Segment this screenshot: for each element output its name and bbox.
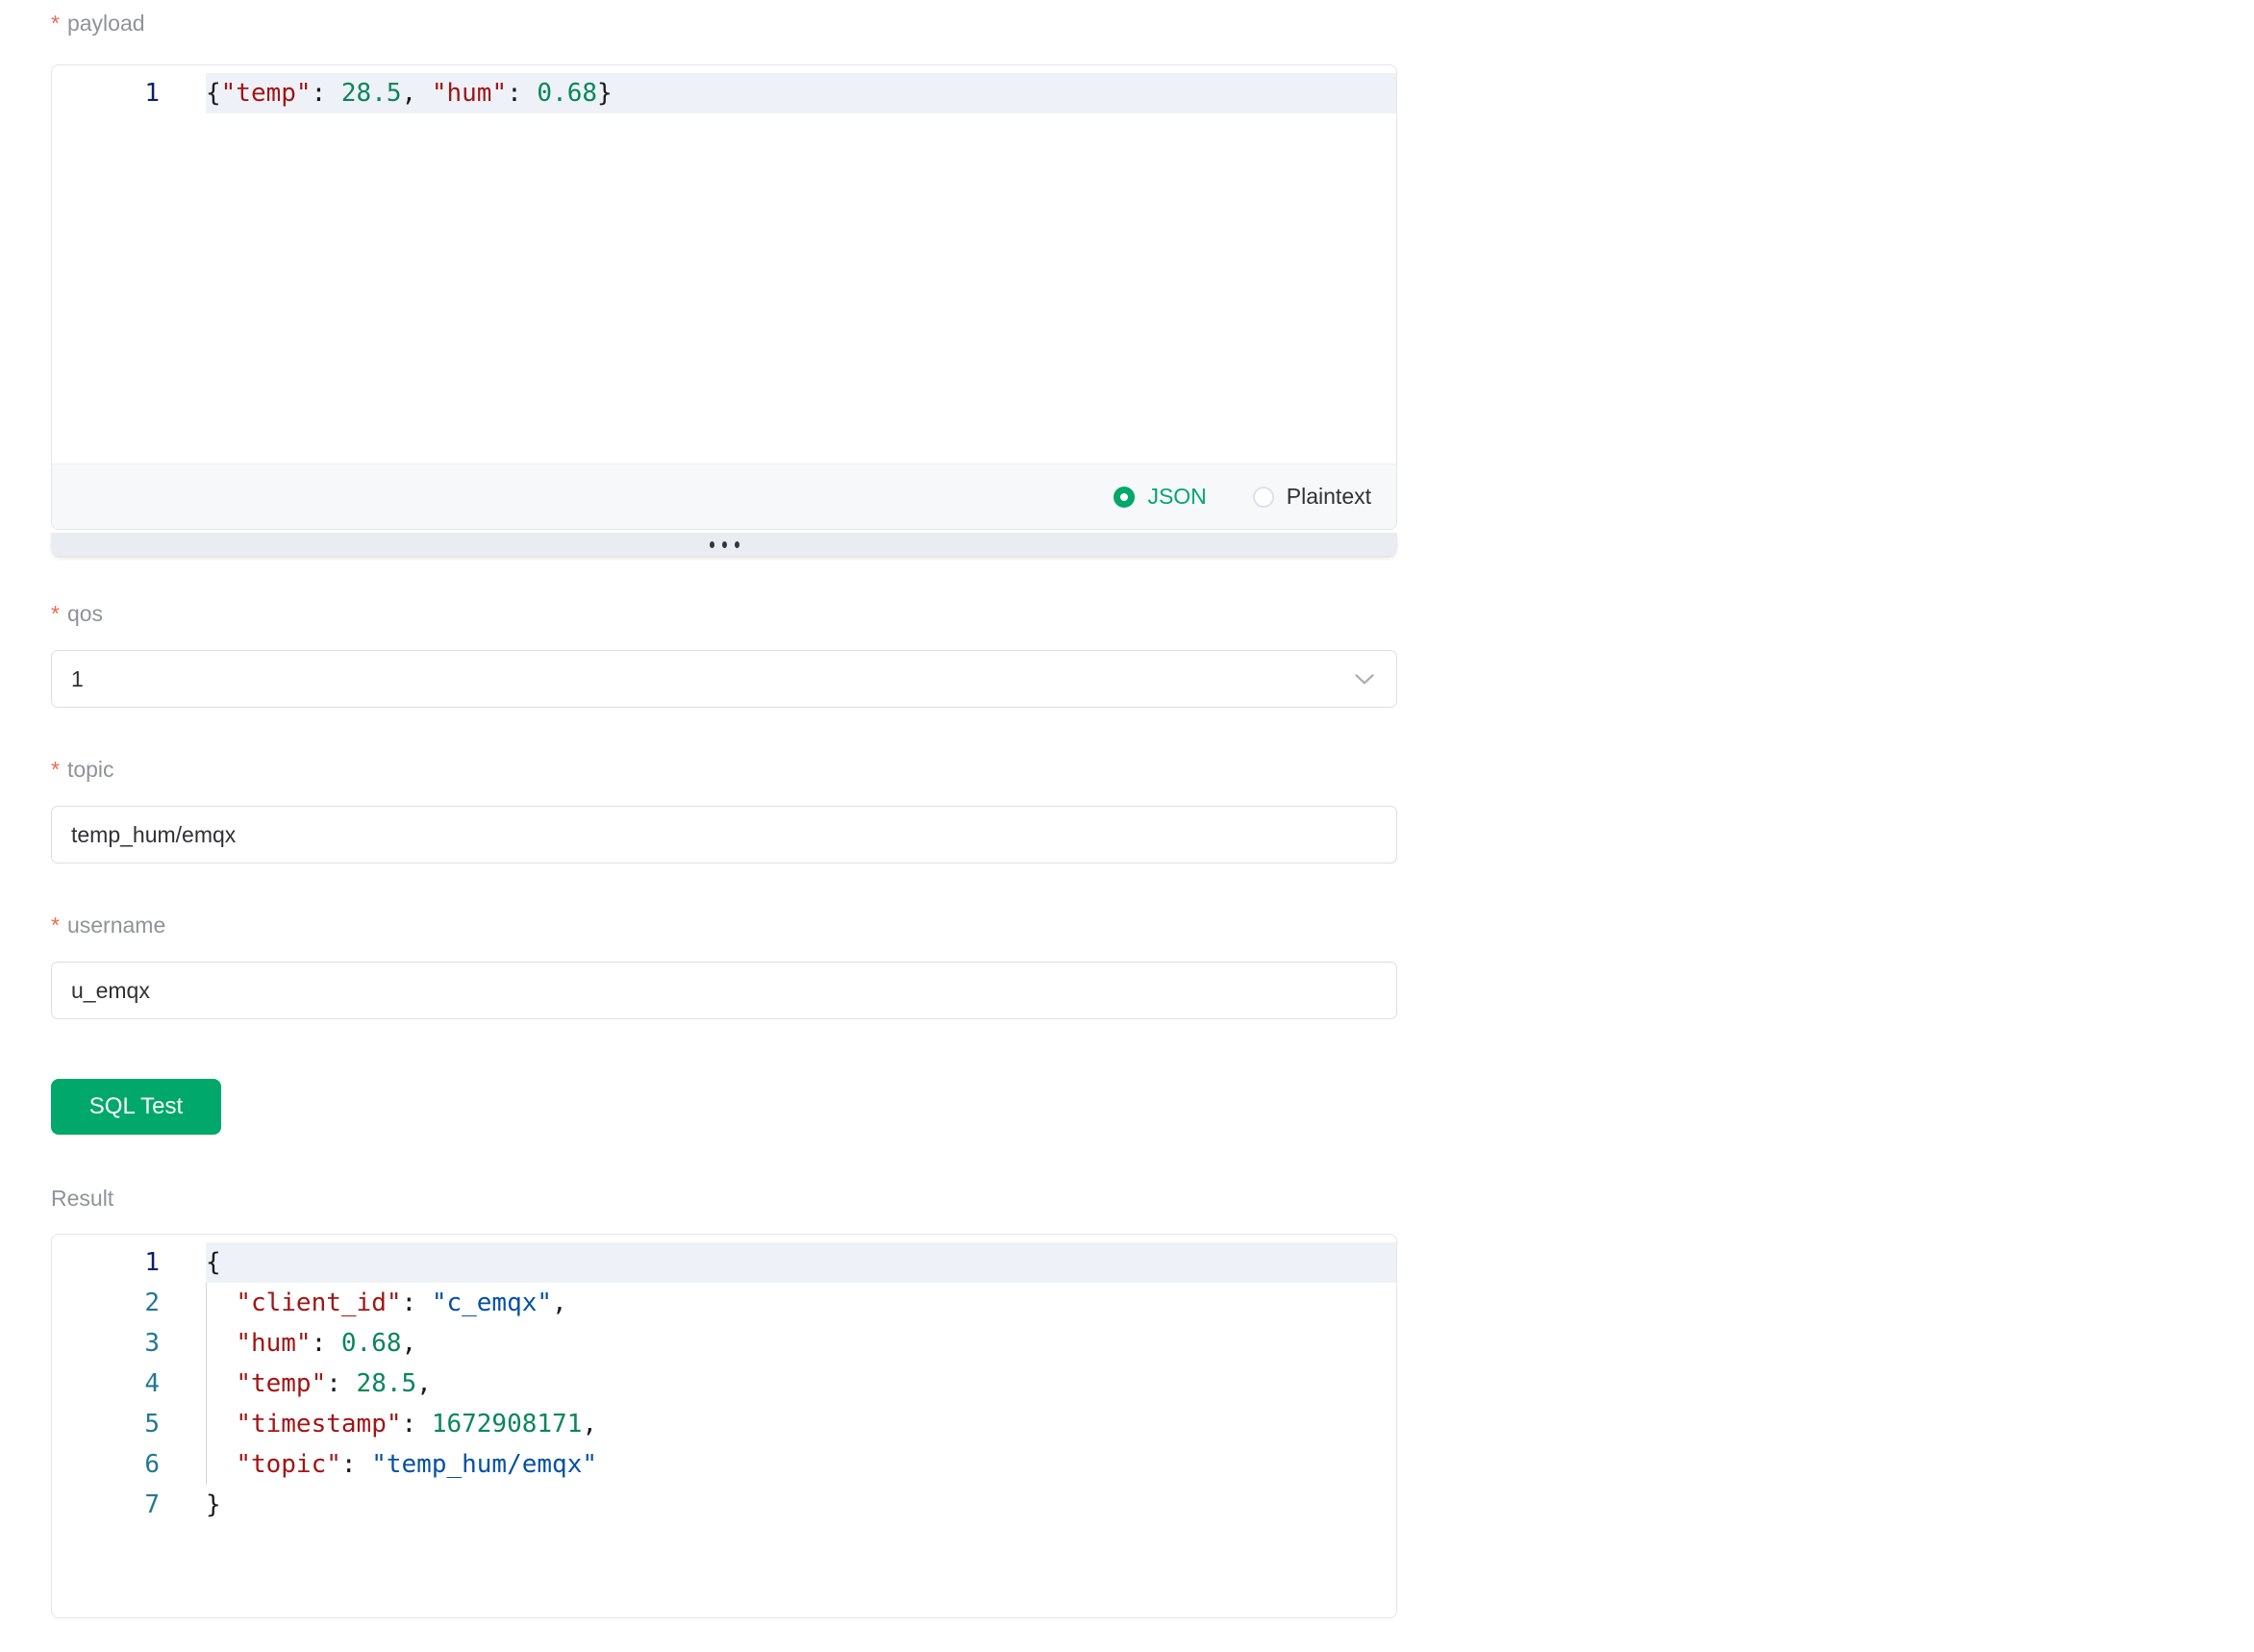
code-line: 4 "temp": 28.5, [52,1364,1396,1404]
required-asterisk: * [51,756,60,783]
code-line-text: "hum": 0.68, [206,1323,1396,1364]
username-input[interactable] [51,962,1397,1019]
code-line: 6 "topic": "temp_hum/emqx" [52,1444,1396,1485]
radio-unselected-icon [1253,487,1274,508]
result-editor: 1{2 "client_id": "c_emqx",3 "hum": 0.68,… [51,1234,1397,1618]
line-number: 3 [52,1323,206,1364]
sql-test-panel: * payload 1{"temp": 28.5, "hum": 0.68} J… [0,0,2254,1618]
code-line: 3 "hum": 0.68, [52,1323,1396,1364]
code-line: 5 "timestamp": 1672908171, [52,1404,1396,1444]
payload-editor: 1{"temp": 28.5, "hum": 0.68} JSON Plaint… [51,64,1397,530]
code-line-text: "topic": "temp_hum/emqx" [206,1444,1396,1485]
qos-select[interactable]: 1 [51,650,1397,708]
line-number: 7 [52,1485,206,1525]
required-asterisk: * [51,10,60,37]
username-label: * username [51,912,1397,939]
qos-label: * qos [51,600,1397,627]
required-asterisk: * [51,912,60,939]
code-line-text: "client_id": "c_emqx", [206,1283,1396,1323]
qos-select-value: 1 [71,666,84,692]
code-line-text: {"temp": 28.5, "hum": 0.68} [206,73,1396,113]
chevron-down-icon [1350,664,1379,693]
result-label-text: Result [51,1185,113,1212]
radio-plaintext-label: Plaintext [1287,484,1371,510]
radio-json-label: JSON [1147,484,1206,510]
code-line-text: "temp": 28.5, [206,1364,1396,1404]
code-line-text: { [206,1242,1396,1283]
payload-label: * payload [51,10,1397,37]
topic-label: * topic [51,756,1397,783]
topic-input[interactable] [51,806,1397,864]
sql-test-button[interactable]: SQL Test [51,1079,221,1135]
username-label-text: username [67,912,165,939]
code-line: 1{ [52,1242,1396,1283]
format-radio-json[interactable]: JSON [1114,484,1206,510]
resize-handle-dot [710,541,714,548]
code-line: 7} [52,1485,1396,1525]
qos-label-text: qos [67,600,103,627]
line-number: 6 [52,1444,206,1485]
payload-code-area[interactable]: 1{"temp": 28.5, "hum": 0.68} [52,65,1396,463]
topic-label-text: topic [67,756,114,783]
code-line-text: "timestamp": 1672908171, [206,1404,1396,1444]
result-label: Result [51,1185,1397,1212]
editor-resize-handle[interactable] [51,533,1397,556]
line-number: 1 [52,73,206,113]
payload-label-text: payload [67,10,145,37]
code-line: 2 "client_id": "c_emqx", [52,1283,1396,1323]
code-line: 1{"temp": 28.5, "hum": 0.68} [52,73,1396,113]
indent-guide [206,1283,207,1485]
resize-handle-dot [722,541,727,548]
code-line-text: } [206,1485,1396,1525]
line-number: 2 [52,1283,206,1323]
payload-format-bar: JSON Plaintext [52,463,1396,529]
resize-handle-dot [735,541,739,548]
line-number: 5 [52,1404,206,1444]
format-radio-plaintext[interactable]: Plaintext [1253,484,1371,510]
required-asterisk: * [51,600,60,627]
line-number: 1 [52,1242,206,1283]
line-number: 4 [52,1364,206,1404]
radio-selected-icon [1114,487,1135,508]
result-code-area[interactable]: 1{2 "client_id": "c_emqx",3 "hum": 0.68,… [52,1235,1396,1525]
